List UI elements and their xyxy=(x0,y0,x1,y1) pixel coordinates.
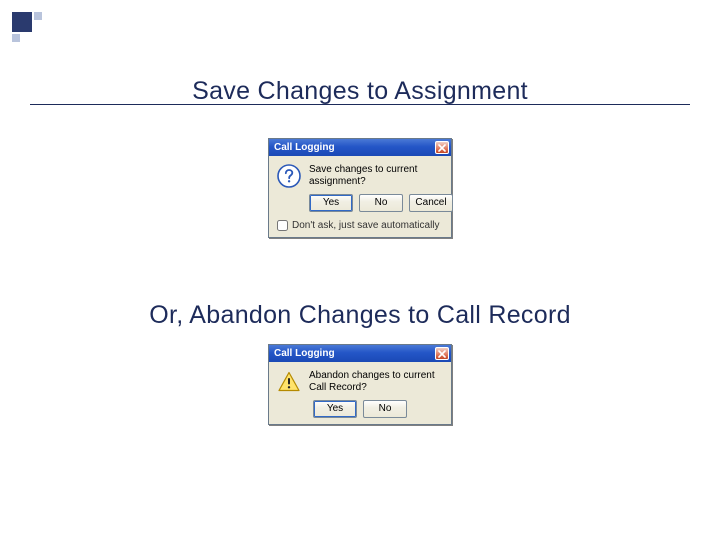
dialog1-button-row: Yes No Cancel xyxy=(269,194,451,218)
dont-ask-row: Don't ask, just save automatically xyxy=(269,218,451,237)
cancel-button[interactable]: Cancel xyxy=(409,194,453,212)
dialog1-body: Save changes to current assignment? xyxy=(269,156,451,194)
dialog2-button-row: Yes No xyxy=(269,400,451,424)
dialog1-message: Save changes to current assignment? xyxy=(309,164,441,188)
dont-ask-label: Don't ask, just save automatically xyxy=(292,220,440,231)
warning-icon xyxy=(277,370,301,394)
no-button[interactable]: No xyxy=(359,194,403,212)
close-icon[interactable] xyxy=(435,141,449,154)
question-icon xyxy=(277,164,301,188)
no-button[interactable]: No xyxy=(363,400,407,418)
slide-heading-2: Or, Abandon Changes to Call Record xyxy=(0,301,720,330)
dont-ask-checkbox[interactable] xyxy=(277,220,288,231)
yes-button[interactable]: Yes xyxy=(313,400,357,418)
slide-divider xyxy=(30,104,690,105)
dialog1-title: Call Logging xyxy=(274,142,335,153)
save-changes-dialog: Call Logging Save changes to current ass… xyxy=(268,138,452,238)
close-icon[interactable] xyxy=(435,347,449,360)
dialog2-titlebar: Call Logging xyxy=(269,345,451,362)
slide-heading-1: Save Changes to Assignment xyxy=(0,77,720,106)
abandon-changes-dialog: Call Logging Abandon changes to current … xyxy=(268,344,452,425)
slide-ornament xyxy=(12,12,48,48)
dialog2-body: Abandon changes to current Call Record? xyxy=(269,362,451,400)
yes-button[interactable]: Yes xyxy=(309,194,353,212)
dialog1-titlebar: Call Logging xyxy=(269,139,451,156)
dialog2-message: Abandon changes to current Call Record? xyxy=(309,370,441,394)
dialog2-title: Call Logging xyxy=(274,348,335,359)
